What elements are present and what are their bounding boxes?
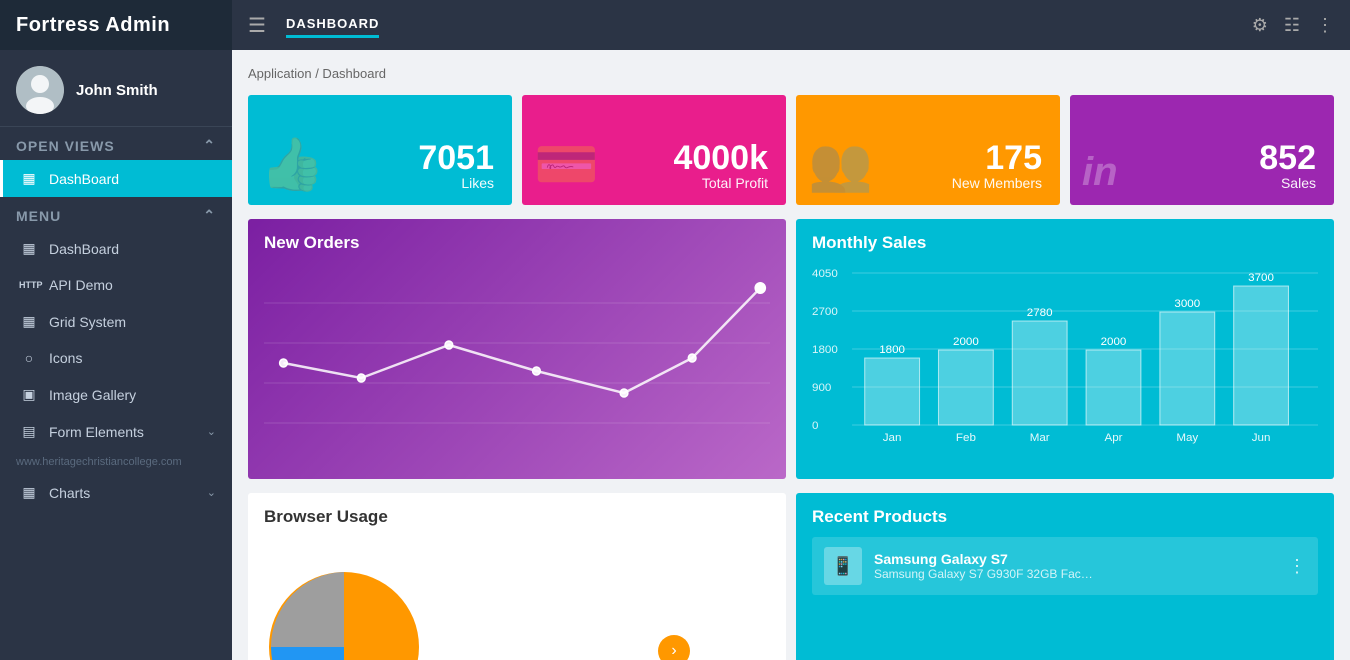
product-desc: Samsung Galaxy S7 G930F 32GB Factory Unl… (874, 567, 1094, 581)
icons-label: Icons (49, 350, 216, 366)
dashboard-menu-label: DashBoard (49, 241, 216, 257)
svg-text:1800: 1800 (879, 344, 905, 356)
breadcrumb: Application / Dashboard (248, 66, 1334, 81)
open-views-collapse-icon[interactable]: ⌃ (203, 137, 216, 154)
product-item: 📱 Samsung Galaxy S7 Samsung Galaxy S7 G9… (812, 537, 1318, 595)
charts-icon: ▦ (19, 484, 39, 501)
menu-collapse-icon[interactable]: ⌃ (203, 207, 216, 224)
stat-cards-row: 👍 7051 Likes 💳 4000k Total Profit 👥 175 … (248, 95, 1334, 205)
sidebar-item-icons[interactable]: ○ Icons (0, 340, 232, 376)
sidebar-item-grid-system[interactable]: ▦ Grid System (0, 303, 232, 340)
likes-label: Likes (266, 175, 494, 191)
hamburger-icon[interactable]: ☰ (248, 13, 266, 38)
product-more-icon[interactable]: ⋮ (1288, 556, 1306, 577)
open-views-header: OPEN VIEWS ⌃ (0, 127, 232, 160)
form-elements-arrow-icon: ⌄ (207, 425, 216, 438)
monthly-sales-title: Monthly Sales (812, 233, 1318, 253)
svg-text:3000: 3000 (1174, 298, 1200, 310)
sidebar-item-label: DashBoard (49, 171, 216, 187)
stat-card-profit: 💳 4000k Total Profit (522, 95, 786, 205)
svg-text:May: May (1176, 432, 1198, 444)
menu-header: MENU ⌃ (0, 197, 232, 230)
sidebar-item-image-gallery[interactable]: ▣ Image Gallery (0, 376, 232, 413)
icons-icon: ○ (19, 350, 39, 366)
form-elements-label: Form Elements (49, 424, 207, 440)
stat-card-likes: 👍 7051 Likes (248, 95, 512, 205)
tab-dashboard[interactable]: DASHBOARD (286, 12, 380, 38)
grid-icon[interactable]: ☷ (1284, 15, 1300, 36)
svg-text:2700: 2700 (812, 306, 838, 318)
more-icon[interactable]: ⋮ (1316, 15, 1334, 36)
browser-pie-chart (264, 537, 424, 660)
product-thumbnail: 📱 (824, 547, 862, 585)
brand-title: Fortress Admin (0, 0, 232, 50)
svg-text:2000: 2000 (1101, 336, 1127, 348)
svg-text:Feb: Feb (956, 432, 976, 444)
browser-usage-title: Browser Usage (264, 507, 770, 527)
browser-usage-panel: Browser Usage › Chrome (248, 493, 786, 660)
stat-card-sales: in 852 Sales (1070, 95, 1334, 205)
browser-chart-row: › Chrome (264, 537, 770, 660)
recent-products-panel: Recent Products 📱 Samsung Galaxy S7 Sams… (796, 493, 1334, 660)
sidebar-item-api-demo[interactable]: HTTP API Demo (0, 267, 232, 303)
bar-chart: 4050 2700 1800 900 0 (812, 263, 1318, 463)
svg-text:2780: 2780 (1027, 307, 1053, 319)
monthly-sales-panel: Monthly Sales 4050 2700 1800 900 0 (796, 219, 1334, 479)
sidebar: Fortress Admin John Smith OPEN VIEWS ⌃ ▦… (0, 0, 232, 660)
topbar: ☰ DASHBOARD ⚙ ☷ ⋮ (232, 0, 1350, 50)
main-content: ☰ DASHBOARD ⚙ ☷ ⋮ Application / Dashboar… (232, 0, 1350, 660)
line-chart (264, 263, 770, 453)
topbar-icons: ⚙ ☷ ⋮ (1252, 15, 1334, 36)
bottom-url: www.heritagechristiancollege.com (0, 450, 232, 474)
members-label: New Members (814, 175, 1042, 191)
new-orders-panel: New Orders (248, 219, 786, 479)
svg-text:Mar: Mar (1030, 432, 1050, 444)
svg-text:1800: 1800 (812, 344, 838, 356)
image-gallery-icon: ▣ (19, 386, 39, 403)
product-name: Samsung Galaxy S7 (874, 551, 1276, 567)
bottom-panels: Browser Usage › Chrome (248, 493, 1334, 660)
sidebar-item-dashboard-open[interactable]: ▦ DashBoard (0, 160, 232, 197)
sidebar-item-form-elements[interactable]: ▤ Form Elements ⌄ (0, 413, 232, 450)
chrome-badge: › (658, 635, 690, 660)
new-orders-title: New Orders (264, 233, 770, 253)
product-icon: 📱 (832, 556, 854, 577)
dashboard-icon: ▦ (19, 170, 39, 187)
content-area: Application / Dashboard 👍 7051 Likes 💳 4… (232, 50, 1350, 660)
image-gallery-label: Image Gallery (49, 387, 216, 403)
charts-label: Charts (49, 485, 207, 501)
svg-text:4050: 4050 (812, 268, 838, 280)
api-demo-icon: HTTP (19, 280, 39, 290)
profit-label: Total Profit (540, 175, 768, 191)
brand-name: Fortress Admin (16, 14, 170, 37)
form-elements-icon: ▤ (19, 423, 39, 440)
grid-system-label: Grid System (49, 314, 216, 330)
svg-text:2000: 2000 (953, 336, 979, 348)
svg-text:Jun: Jun (1252, 432, 1271, 444)
charts-arrow-icon: ⌄ (207, 486, 216, 499)
svg-text:900: 900 (812, 382, 831, 394)
api-demo-label: API Demo (49, 277, 216, 293)
avatar (16, 66, 64, 114)
middle-panels: New Orders (248, 219, 1334, 479)
recent-products-title: Recent Products (812, 507, 1318, 527)
menu-label: MENU (16, 208, 61, 224)
username-label: John Smith (76, 82, 158, 99)
dashboard-menu-icon: ▦ (19, 240, 39, 257)
svg-text:0: 0 (812, 420, 818, 432)
settings-icon[interactable]: ⚙ (1252, 15, 1268, 36)
user-section: John Smith (0, 50, 232, 127)
sales-number: 852 (1088, 141, 1316, 175)
sales-label: Sales (1088, 175, 1316, 191)
open-views-label: OPEN VIEWS (16, 138, 115, 154)
svg-text:3700: 3700 (1248, 272, 1274, 284)
svg-text:Jan: Jan (883, 432, 902, 444)
sidebar-item-dashboard[interactable]: ▦ DashBoard (0, 230, 232, 267)
stat-card-members: 👥 175 New Members (796, 95, 1060, 205)
sidebar-item-charts[interactable]: ▦ Charts ⌄ (0, 474, 232, 511)
grid-system-icon: ▦ (19, 313, 39, 330)
svg-text:Apr: Apr (1104, 432, 1122, 444)
product-info: Samsung Galaxy S7 Samsung Galaxy S7 G930… (874, 551, 1276, 581)
